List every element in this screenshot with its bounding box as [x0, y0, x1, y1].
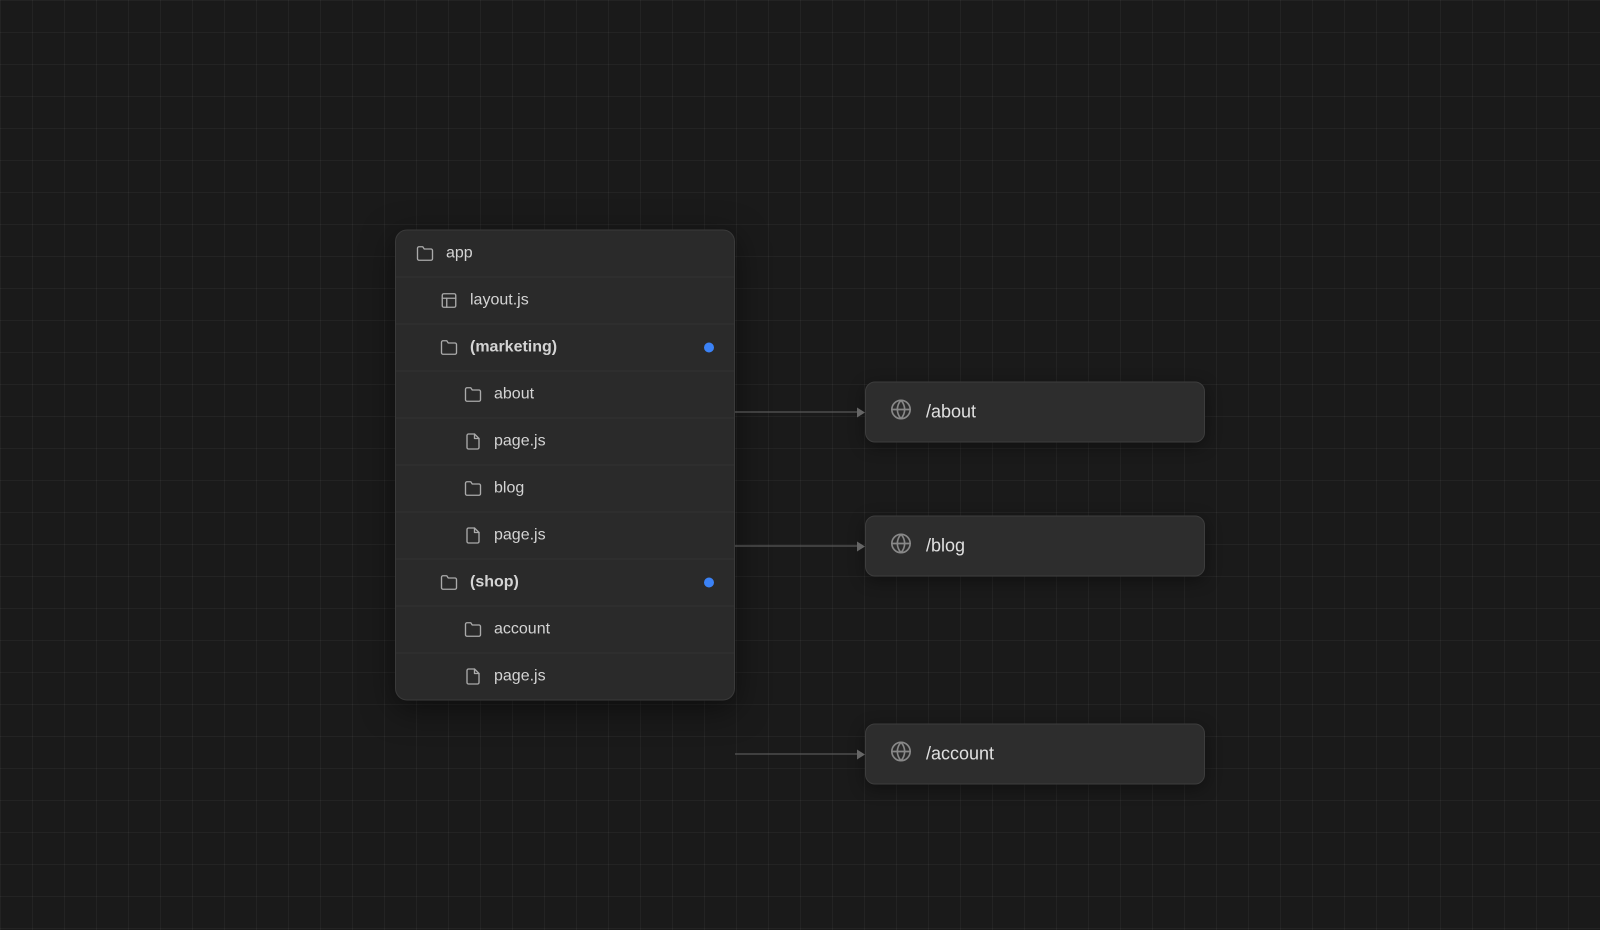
tree-item-blog-label: blog — [494, 480, 714, 498]
route-path-blog: /blog — [926, 536, 965, 557]
folder-icon-account — [464, 621, 482, 639]
route-path-account: /account — [926, 744, 994, 765]
folder-icon-blog — [464, 480, 482, 498]
route-row-about: /about — [735, 382, 1205, 443]
main-container: app layout.js (marketing) — [395, 146, 1205, 785]
spacer-top — [735, 146, 1205, 382]
marketing-blue-dot — [704, 343, 714, 353]
route-row-account: /account — [735, 724, 1205, 785]
tree-item-blog[interactable]: blog — [396, 466, 734, 513]
file-tree: app layout.js (marketing) — [395, 230, 735, 701]
layout-icon — [440, 292, 458, 310]
tree-item-about[interactable]: about — [396, 372, 734, 419]
globe-icon-account — [890, 741, 912, 768]
tree-item-account[interactable]: account — [396, 607, 734, 654]
tree-item-about-page-label: page.js — [494, 433, 714, 451]
tree-item-about-label: about — [494, 386, 714, 404]
tree-item-layout-label: layout.js — [470, 292, 714, 310]
file-icon-blog-page — [464, 527, 482, 545]
tree-item-app: app — [396, 231, 734, 278]
tree-item-account-label: account — [494, 621, 714, 639]
routes-container: /about /blog — [735, 146, 1205, 785]
file-icon-account-page — [464, 668, 482, 686]
folder-icon-about — [464, 386, 482, 404]
arrow-account — [735, 749, 865, 759]
tree-item-blog-page-label: page.js — [494, 527, 714, 545]
globe-icon-blog — [890, 533, 912, 560]
tree-item-blog-page: page.js — [396, 513, 734, 560]
tree-item-account-page: page.js — [396, 654, 734, 700]
tree-item-account-page-label: page.js — [494, 668, 714, 686]
route-box-blog: /blog — [865, 516, 1205, 577]
spacer-mid-2 — [735, 577, 1205, 724]
arrow-blog — [735, 541, 865, 551]
route-box-account: /account — [865, 724, 1205, 785]
route-row-blog: /blog — [735, 516, 1205, 577]
arrow-about — [735, 407, 865, 417]
globe-icon-about — [890, 399, 912, 426]
route-path-about: /about — [926, 402, 976, 423]
folder-icon — [416, 245, 434, 263]
shop-blue-dot — [704, 578, 714, 588]
spacer-mid-1 — [735, 443, 1205, 516]
folder-icon-shop — [440, 574, 458, 592]
tree-item-about-page: page.js — [396, 419, 734, 466]
tree-item-marketing-label: (marketing) — [470, 339, 704, 357]
tree-item-app-label: app — [446, 245, 714, 263]
tree-item-shop[interactable]: (shop) — [396, 560, 734, 607]
route-box-about: /about — [865, 382, 1205, 443]
tree-item-marketing[interactable]: (marketing) — [396, 325, 734, 372]
tree-item-shop-label: (shop) — [470, 574, 704, 592]
file-icon-about-page — [464, 433, 482, 451]
tree-item-layout: layout.js — [396, 278, 734, 325]
folder-icon-marketing — [440, 339, 458, 357]
